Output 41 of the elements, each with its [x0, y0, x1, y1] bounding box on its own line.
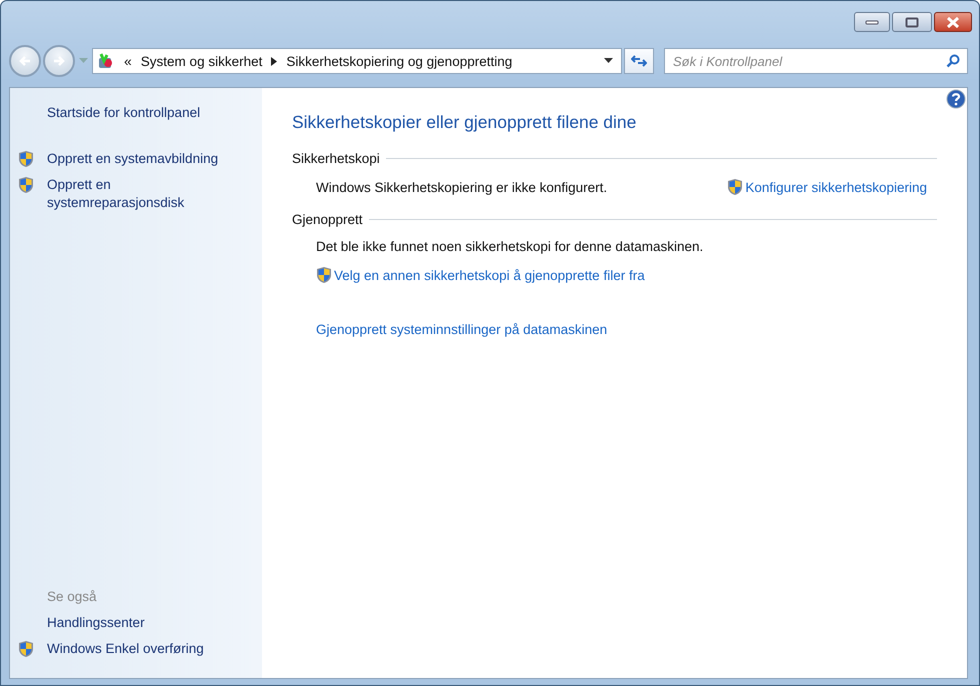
dropdown-arrow-icon[interactable] [604, 58, 613, 64]
page-title: Sikkerhetskopier eller gjenopprett filene dine [292, 112, 638, 133]
shield-icon [727, 178, 744, 196]
section-heading: Gjenopprett [292, 212, 363, 227]
action-link[interactable]: Gjenopprett systeminnstillinger på datamaskinen [316, 322, 608, 337]
status-text: Det ble ikke funnet noen sikkerhetskopi for denne datamaskinen. [316, 239, 704, 254]
refresh-button[interactable] [624, 48, 654, 74]
status-text: Windows Sikkerhetskopiering er ikke konfigurert. [316, 180, 608, 194]
forward-arrow-icon [52, 55, 66, 67]
control-panel-icon [97, 52, 115, 70]
action-link[interactable]: Velg en annen sikkerhetskopi å gjenopprette filer fra [334, 268, 645, 282]
sidebar-link[interactable]: Startside for kontrollpanel [47, 104, 222, 122]
address-bar[interactable]: « System og sikkerhet Sikkerhetskopiering og gjenoppretting [92, 48, 622, 74]
close-icon [946, 16, 960, 28]
back-arrow-icon [18, 55, 32, 67]
help-icon[interactable] [946, 89, 966, 109]
breadcrumb-arrow-icon[interactable] [271, 56, 278, 66]
breadcrumb[interactable]: Sikkerhetskopiering og gjenoppretting [286, 54, 512, 68]
shield-icon [18, 176, 34, 194]
shield-icon [316, 266, 332, 284]
see-also-heading: Se også [46, 589, 98, 604]
action-link[interactable]: Konfigurer sikkerhetskopiering [745, 180, 927, 194]
sidebar-link[interactable]: Windows Enkel overføring [47, 640, 222, 658]
sidebar-link[interactable]: Opprett en systemreparasjonsdisk [47, 176, 222, 212]
forward-button[interactable] [43, 45, 75, 77]
shield-icon [18, 640, 34, 658]
back-button[interactable] [9, 45, 41, 77]
shield-icon [18, 150, 34, 168]
section-heading: Sikkerhetskopi [292, 151, 380, 166]
close-button[interactable] [934, 12, 972, 32]
overflow-chevron[interactable]: « [124, 53, 132, 69]
breadcrumb[interactable]: System og sikkerhet [140, 54, 262, 68]
maximize-button[interactable] [892, 12, 932, 32]
minimize-button[interactable] [854, 12, 890, 32]
search-field[interactable]: Søk i Kontrollpanel [664, 48, 968, 74]
refresh-arrows-icon [631, 54, 647, 68]
sidebar-link[interactable]: Handlingssenter [47, 614, 222, 632]
sidebar-link[interactable]: Opprett en systemavbildning [47, 150, 222, 168]
search-icon[interactable] [946, 54, 960, 68]
maximize-icon [905, 16, 919, 28]
minimize-icon [865, 18, 879, 26]
